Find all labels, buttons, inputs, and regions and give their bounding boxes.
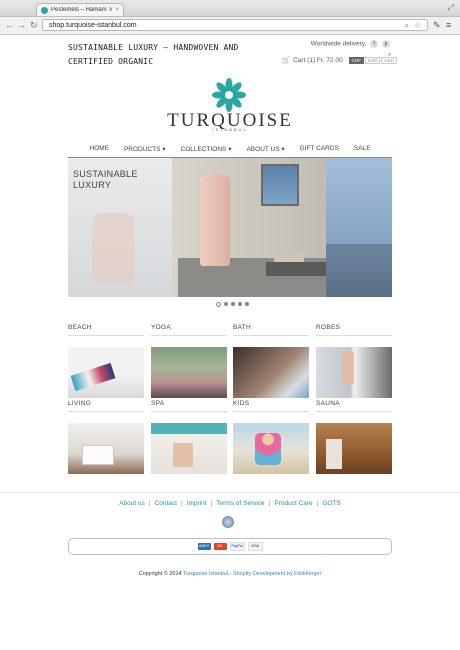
payment-methods: AMEX MC PayPal VISA [68, 538, 392, 555]
copyright-link[interactable]: Turquoise Istanbul - Shopify Development… [183, 571, 321, 577]
menu-icon[interactable]: ≡ [446, 20, 451, 30]
bookmark-star-icon[interactable]: ☆ [414, 20, 421, 32]
tab-close-icon[interactable]: × [115, 7, 119, 13]
hero-caption-line1: SUSTAINABLE [73, 169, 138, 179]
facebook-icon[interactable]: f [370, 40, 379, 48]
slider-dot[interactable] [216, 302, 221, 307]
category-label[interactable]: YOGA [151, 324, 227, 336]
paypal-icon: PayPal [229, 542, 245, 551]
category-kids[interactable]: KIDS [233, 400, 309, 474]
main-nav: HOME PRODUCTS ▾ COLLECTIONS ▾ ABOUT US ▾… [68, 145, 392, 157]
tab-title: Pestemels – Hamam Towe [51, 7, 112, 13]
reload-icon[interactable]: ↻ [30, 20, 38, 30]
category-label[interactable]: BATH [233, 324, 309, 336]
currency-chf[interactable]: CHF [348, 56, 364, 64]
category-label[interactable]: BEACH [68, 324, 144, 336]
back-icon[interactable]: ← [5, 20, 14, 30]
zoom-icon[interactable]: ⌕ [405, 20, 409, 32]
category-label[interactable]: LIVING [68, 400, 144, 412]
category-label[interactable]: ROBES [316, 324, 392, 336]
browser-toolbar: ← → ↻ shop.turquoise-istanbul.com ⌕ ☆ ✎ … [0, 17, 460, 35]
delivery-info: Worldwide delivery. f p [311, 40, 390, 48]
slider-dot[interactable] [224, 302, 228, 306]
site-tagline: SUSTAINABLE LUXURY – HANDWOVEN AND CERTI… [68, 43, 239, 66]
forward-icon[interactable]: → [17, 20, 26, 30]
url-text: shop.turquoise-istanbul.com [49, 22, 137, 29]
hero-robe [200, 174, 230, 266]
footer-link-terms[interactable]: Terms of Service [216, 500, 264, 507]
footer-link-about[interactable]: About us [119, 500, 145, 507]
delivery-text: Worldwide delivery. [310, 40, 367, 48]
category-yoga[interactable]: YOGA [151, 324, 227, 398]
nav-collections[interactable]: COLLECTIONS ▾ [181, 145, 232, 157]
hero-robe-faded [92, 213, 134, 283]
hero-window [261, 164, 299, 206]
category-bath[interactable]: BATH [233, 324, 309, 398]
copyright: Copyright © 2014 Turquoise Istanbul - Sh… [0, 571, 460, 577]
certification-badge-icon[interactable] [222, 516, 234, 528]
window-resize-icon[interactable]: ⤢ [448, 3, 454, 13]
category-image[interactable] [151, 423, 227, 474]
footer-divider [0, 492, 460, 493]
amex-icon: AMEX [197, 543, 211, 550]
category-label[interactable]: SPA [151, 400, 227, 412]
hero-slider[interactable]: SUSTAINABLE LUXURY [68, 158, 392, 297]
category-image[interactable] [68, 423, 144, 474]
category-label[interactable]: KIDS [233, 400, 309, 412]
footer-separator: | [210, 500, 213, 507]
mastercard-icon: MC [213, 543, 227, 550]
category-image[interactable] [316, 423, 392, 474]
visa-icon: VISA [247, 542, 263, 551]
nav-sale[interactable]: SALE [354, 145, 371, 157]
browser-tabbar: Pestemels – Hamam Towe × ⤢ [0, 0, 460, 17]
footer-link-gots[interactable]: GOTS [322, 500, 340, 507]
category-robes[interactable]: ROBES [316, 324, 392, 398]
footer-link-imprint[interactable]: Imprint [187, 500, 207, 507]
favicon-icon [41, 6, 48, 14]
pinterest-icon[interactable]: p [382, 40, 390, 48]
footer-links: About us | Contact | Imprint | Terms of Servic… [0, 500, 460, 507]
slider-dot[interactable] [238, 302, 242, 306]
category-label[interactable]: SAUNA [316, 400, 392, 412]
category-beach[interactable]: BEACH [68, 324, 144, 398]
logo-subtitle: ISTANBUL [212, 127, 248, 132]
hero-towel [274, 254, 304, 262]
slider-dots [216, 302, 249, 307]
footer-separator: | [268, 500, 271, 507]
footer-separator: | [148, 500, 151, 507]
nav-products[interactable]: PRODUCTS ▾ [124, 145, 166, 157]
nav-about-us[interactable]: ABOUT US ▾ [246, 145, 284, 157]
slider-dot[interactable] [245, 302, 249, 306]
search-icon[interactable]: ⌕ [388, 52, 391, 59]
address-bar[interactable]: shop.turquoise-istanbul.com ⌕ ☆ [42, 19, 428, 31]
cart-summary[interactable]: 🛒 Cart (1) Fr. 72.00 CHF EUR USD [282, 56, 397, 64]
hero-caption-line2: LUXURY [73, 180, 112, 190]
wrench-icon[interactable]: ✎ [433, 20, 441, 30]
nav-gift-cards[interactable]: GIFT CARDS [300, 145, 339, 157]
nav-home[interactable]: HOME [89, 145, 109, 157]
footer-separator: | [180, 500, 183, 507]
currency-eur[interactable]: EUR [364, 56, 381, 64]
footer-link-product-care[interactable]: Product Care [274, 500, 312, 507]
footer-separator: | [316, 500, 319, 507]
category-image[interactable] [233, 423, 309, 474]
category-living[interactable]: LIVING [68, 400, 144, 474]
category-image[interactable] [316, 347, 392, 398]
hero-bench [266, 262, 326, 276]
hero-glass-railing [326, 244, 392, 297]
footer-link-contact[interactable]: Contact [155, 500, 177, 507]
copyright-text: Copyright © 2014 [138, 571, 182, 577]
cart-icon[interactable]: 🛒 [282, 56, 290, 64]
category-image[interactable] [68, 347, 144, 398]
slider-dot[interactable] [231, 302, 235, 306]
category-image[interactable] [151, 347, 227, 398]
hero-caption: SUSTAINABLE LUXURY [73, 169, 138, 191]
cart-label[interactable]: Cart (1) Fr. 72.00 [293, 57, 343, 64]
browser-tab[interactable]: Pestemels – Hamam Towe × [36, 3, 124, 16]
category-spa[interactable]: SPA [151, 400, 227, 474]
logo-mark-icon[interactable] [212, 78, 246, 112]
category-sauna[interactable]: SAUNA [316, 400, 392, 474]
category-image[interactable] [233, 347, 309, 398]
